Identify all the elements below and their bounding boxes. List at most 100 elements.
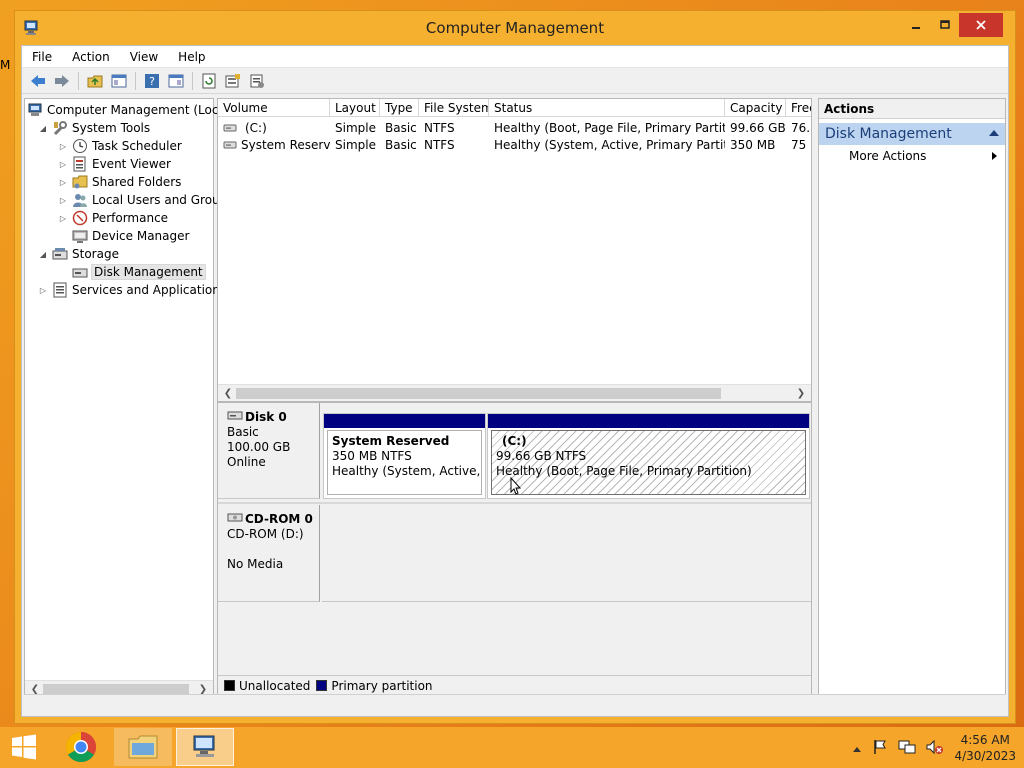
- column-header-layout[interactable]: Layout: [330, 99, 380, 117]
- start-button[interactable]: [6, 728, 42, 766]
- tree-item-storage[interactable]: ◢ Storage: [37, 245, 119, 263]
- show-hide-action-pane-icon[interactable]: [166, 71, 186, 91]
- tree-item-event-viewer[interactable]: ▷ Event Viewer: [57, 155, 171, 173]
- column-header-type[interactable]: Type: [380, 99, 419, 117]
- volume-cell: Basic: [380, 136, 419, 153]
- partition-status: Healthy (Boot, Page File, Primary Partit…: [496, 464, 752, 478]
- show-hide-tree-icon[interactable]: [109, 71, 129, 91]
- properties-icon[interactable]: [223, 71, 243, 91]
- chrome-taskbar-button[interactable]: [58, 728, 104, 766]
- collapsed-arrow-icon[interactable]: ▷: [57, 178, 69, 187]
- column-header-free[interactable]: Free: [786, 99, 811, 117]
- computer-management-taskbar-button[interactable]: [176, 728, 234, 766]
- collapsed-arrow-icon[interactable]: ▷: [57, 142, 69, 151]
- more-actions-label: More Actions: [849, 149, 927, 163]
- more-actions-item[interactable]: More Actions: [819, 145, 1005, 167]
- menu-action[interactable]: Action: [62, 50, 120, 64]
- column-header-file-system[interactable]: File System: [419, 99, 489, 117]
- volume-muted-icon[interactable]: [926, 739, 944, 758]
- mouse-cursor-icon: [510, 476, 522, 498]
- scroll-thumb[interactable]: [236, 388, 721, 399]
- expanded-arrow-icon[interactable]: ◢: [37, 124, 49, 133]
- actions-group-disk-management[interactable]: Disk Management: [819, 123, 1005, 145]
- volume-cell-text: 75 M: [791, 137, 811, 152]
- expanded-arrow-icon[interactable]: ◢: [37, 250, 49, 259]
- action-center-flag-icon[interactable]: [872, 739, 888, 758]
- users-icon: [72, 192, 88, 208]
- column-header-status[interactable]: Status: [489, 99, 725, 117]
- tree-item-local-users-and-groups[interactable]: ▷ Local Users and Groups: [57, 191, 234, 209]
- volume-row[interactable]: (C:) Simple Basic NTFS Healthy (Boot, Page F…: [218, 119, 811, 136]
- file-explorer-taskbar-button[interactable]: [114, 728, 172, 766]
- scroll-left-icon[interactable]: ❮: [220, 386, 236, 401]
- legend-primary: Primary partition: [316, 679, 433, 693]
- cdrom-0-label[interactable]: CD-ROM 0 CD-ROM (D:) No Media: [218, 505, 320, 602]
- volume-cell-text: NTFS: [424, 120, 455, 135]
- clock-icon: [72, 138, 88, 154]
- scroll-right-icon[interactable]: ❯: [793, 386, 809, 401]
- toolbar-separator: [192, 71, 193, 90]
- help-icon[interactable]: ?: [142, 71, 162, 91]
- maximize-button[interactable]: [931, 13, 959, 37]
- tree-item-services-and-applications[interactable]: ▷ Services and Applications: [37, 281, 226, 299]
- disk-separator: [218, 502, 811, 504]
- volume-list: ❮ ❯ Volume Layout Type File System Status Cap…: [217, 98, 812, 402]
- tree-item-computer-management-local[interactable]: Computer Management (Local: [27, 101, 229, 119]
- clock-time: 4:56 AM: [960, 733, 1010, 747]
- event-viewer-icon: [72, 156, 88, 172]
- unallocated-swatch: [224, 679, 235, 691]
- tree-item-disk-management[interactable]: Disk Management: [57, 263, 206, 281]
- volume-cell: 75 M: [786, 136, 811, 153]
- tree-item-system-tools[interactable]: ◢ System Tools: [37, 119, 150, 137]
- windows-logo-icon: [12, 734, 36, 760]
- volume-row[interactable]: System Reserved Simple Basic NTFS Healthy (S…: [218, 136, 811, 153]
- show-hidden-icons-icon[interactable]: [852, 742, 862, 756]
- volume-cell: NTFS: [419, 136, 489, 153]
- computer-management-icon: [193, 735, 215, 757]
- tree-item-shared-folders[interactable]: ▷ Shared Folders: [57, 173, 181, 191]
- taskbar-clock[interactable]: 4:56 AM 4/30/2023: [954, 732, 1016, 764]
- up-folder-icon[interactable]: [85, 71, 105, 91]
- close-button[interactable]: [959, 13, 1003, 37]
- menu-help[interactable]: Help: [168, 50, 215, 64]
- tree-item-label: Performance: [92, 211, 169, 225]
- svg-text:?: ?: [149, 75, 155, 88]
- forward-icon[interactable]: [52, 71, 72, 91]
- partition-system-reserved[interactable]: System Reserved 350 MB NTFS Healthy (Sys…: [323, 413, 486, 499]
- refresh-icon[interactable]: [199, 71, 219, 91]
- disk-0-label[interactable]: Disk 0 Basic 100.00 GB Online: [218, 403, 320, 499]
- partition-size: 350 MB NTFS: [332, 449, 412, 463]
- network-icon[interactable]: [898, 739, 916, 758]
- back-icon[interactable]: [28, 71, 48, 91]
- menu-file[interactable]: File: [22, 50, 62, 64]
- volume-cell: 99.66 GB: [725, 119, 786, 136]
- volume-cell-text: Basic: [385, 120, 417, 135]
- computer-management-window: Computer Management File Action View Hel…: [14, 10, 1016, 724]
- tree-item-task-scheduler[interactable]: ▷ Task Scheduler: [57, 137, 182, 155]
- cdrom-area: [322, 505, 811, 602]
- tree-item-performance[interactable]: ▷ Performance: [57, 209, 168, 227]
- disk-state: Online: [227, 455, 266, 469]
- partition-c[interactable]: (C:) 99.66 GB NTFS Healthy (Boot, Page F…: [487, 413, 810, 499]
- collapsed-arrow-icon[interactable]: ▷: [57, 214, 69, 223]
- menu-view[interactable]: View: [120, 50, 168, 64]
- collapsed-arrow-icon[interactable]: ▷: [37, 286, 49, 295]
- title-bar[interactable]: Computer Management: [15, 11, 1015, 45]
- tree-item-label: Device Manager: [92, 229, 190, 243]
- volume-list-scrollbar[interactable]: ❮ ❯: [218, 384, 811, 401]
- tree-item-device-manager[interactable]: Device Manager: [57, 227, 189, 245]
- column-header-capacity[interactable]: Capacity: [725, 99, 786, 117]
- minimize-button[interactable]: [902, 13, 930, 37]
- folder-icon: [128, 735, 158, 759]
- tree-item-label: Disk Management: [91, 264, 206, 280]
- collapsed-arrow-icon[interactable]: ▷: [57, 196, 69, 205]
- disk-properties-icon[interactable]: [247, 71, 267, 91]
- console-tree: Computer Management (Local ◢ System Tools ▷…: [24, 98, 234, 698]
- tree-item-label: System Tools: [72, 121, 151, 135]
- collapsed-arrow-icon[interactable]: ▷: [57, 160, 69, 169]
- column-header-volume[interactable]: Volume: [218, 99, 330, 117]
- hard-disk-icon: [227, 409, 243, 425]
- collapse-caret-icon[interactable]: [989, 130, 999, 136]
- disk-type: CD-ROM (D:): [227, 527, 304, 541]
- volume-cell: Basic: [380, 119, 419, 136]
